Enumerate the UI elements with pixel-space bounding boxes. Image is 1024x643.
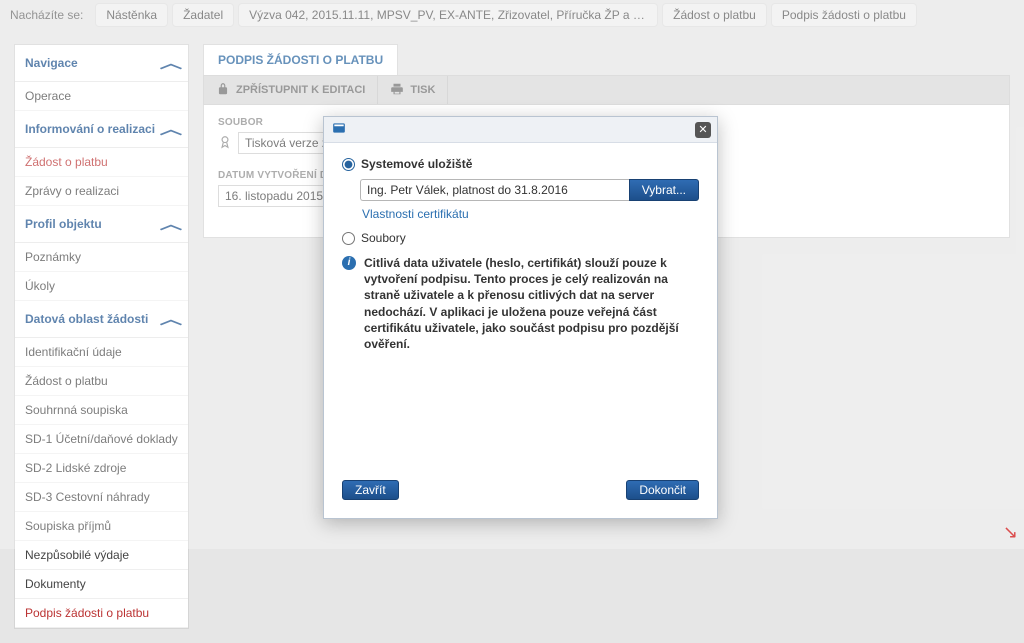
radio-files-input[interactable]	[342, 232, 355, 245]
sidebar-item-operace[interactable]: Operace	[15, 82, 188, 111]
certificate-properties-link[interactable]: Vlastnosti certifikátu	[362, 207, 699, 221]
annotation-arrow: ↘	[1003, 522, 1018, 543]
signature-dialog: ✕ Systemové uložiště Vybrat... Vlastnost…	[323, 116, 718, 519]
radio-files[interactable]: Soubory	[342, 231, 699, 245]
sidebar-section-informovani[interactable]: Informování o realizaci ︿	[15, 111, 188, 148]
toolbar-print-label: TISK	[410, 84, 435, 96]
sidebar-section-label: Profil objektu	[25, 217, 102, 231]
sidebar-section-label: Navigace	[25, 56, 78, 70]
certificate-input[interactable]	[360, 179, 629, 201]
toolbar-edit-label: ZPŘÍSTUPNIT K EDITACI	[236, 84, 365, 96]
breadcrumb-item[interactable]: Žadatel	[172, 3, 234, 27]
radio-system-input[interactable]	[342, 158, 355, 171]
breadcrumb: Nacházíte se: Nástěnka Žadatel Výzva 042…	[0, 0, 1024, 30]
radio-system-store[interactable]: Systemové uložiště	[342, 157, 699, 171]
sidebar-item-zadost-o-platbu[interactable]: Žádost o platbu	[15, 148, 188, 177]
chevron-up-icon: ︿	[160, 53, 182, 73]
breadcrumb-item[interactable]: Nástěnka	[95, 3, 168, 27]
sidebar-item-zpravy-o-realizaci[interactable]: Zprávy o realizaci	[15, 177, 188, 206]
sidebar-item[interactable]: Souhrnná soupiska	[15, 396, 188, 425]
dialog-close-button[interactable]: ✕	[695, 122, 711, 138]
toolbar-print-button[interactable]: TISK	[378, 76, 448, 104]
breadcrumb-item[interactable]: Podpis žádosti o platbu	[771, 3, 917, 27]
sidebar-item-podpis[interactable]: Podpis žádosti o platbu	[15, 599, 188, 628]
print-icon	[390, 82, 404, 99]
sidebar-section-datova-oblast[interactable]: Datová oblast žádosti ︿	[15, 301, 188, 338]
select-certificate-button[interactable]: Vybrat...	[629, 179, 699, 201]
sidebar-item[interactable]: Nezpůsobilé výdaje	[15, 541, 188, 570]
toolbar: ZPŘÍSTUPNIT K EDITACI TISK	[203, 75, 1010, 105]
sidebar-item[interactable]: Identifikační údaje	[15, 338, 188, 367]
chevron-up-icon: ︿	[160, 119, 182, 139]
dialog-titlebar: ✕	[324, 117, 717, 143]
close-icon: ✕	[698, 123, 707, 136]
sidebar-section-navigace[interactable]: Navigace ︿	[15, 45, 188, 82]
finish-button[interactable]: Dokončit	[626, 480, 699, 500]
sidebar: Navigace ︿ Operace Informování o realiza…	[14, 44, 189, 629]
sidebar-item-ukoly[interactable]: Úkoly	[15, 272, 188, 301]
sidebar-item[interactable]: Soupiska příjmů	[15, 512, 188, 541]
tabbar: PODPIS ŽÁDOSTI O PLATBU	[203, 44, 1010, 75]
info-text: Citlivá data uživatele (heslo, certifiká…	[364, 255, 699, 352]
toolbar-edit-button[interactable]: ZPŘÍSTUPNIT K EDITACI	[204, 76, 378, 104]
close-button[interactable]: Zavřít	[342, 480, 399, 500]
breadcrumb-item[interactable]: Výzva 042, 2015.11.11, MPSV_PV, EX-ANTE,…	[238, 3, 658, 27]
sidebar-section-label: Datová oblast žádosti	[25, 312, 148, 326]
lock-icon	[216, 82, 230, 99]
info-icon: i	[342, 256, 356, 270]
sidebar-item[interactable]: SD-2 Lidské zdroje	[15, 454, 188, 483]
breadcrumb-label: Nacházíte se:	[10, 8, 83, 22]
sidebar-item[interactable]: Žádost o platbu	[15, 367, 188, 396]
sidebar-item[interactable]: Dokumenty	[15, 570, 188, 599]
radio-files-label: Soubory	[361, 231, 406, 245]
sidebar-section-label: Informování o realizaci	[25, 122, 155, 136]
chevron-up-icon: ︿	[160, 309, 182, 329]
sidebar-item-poznamky[interactable]: Poznámky	[15, 243, 188, 272]
application-icon	[332, 121, 346, 138]
sidebar-item[interactable]: SD-1 Účetní/daňové doklady	[15, 425, 188, 454]
tab-podpis[interactable]: PODPIS ŽÁDOSTI O PLATBU	[203, 44, 398, 75]
radio-system-label: Systemové uložiště	[361, 157, 472, 171]
sidebar-item[interactable]: SD-3 Cestovní náhrady	[15, 483, 188, 512]
breadcrumb-item[interactable]: Žádost o platbu	[662, 3, 767, 27]
chevron-up-icon: ︿	[160, 214, 182, 234]
sidebar-section-profil[interactable]: Profil objektu ︿	[15, 206, 188, 243]
seal-icon	[218, 135, 232, 152]
